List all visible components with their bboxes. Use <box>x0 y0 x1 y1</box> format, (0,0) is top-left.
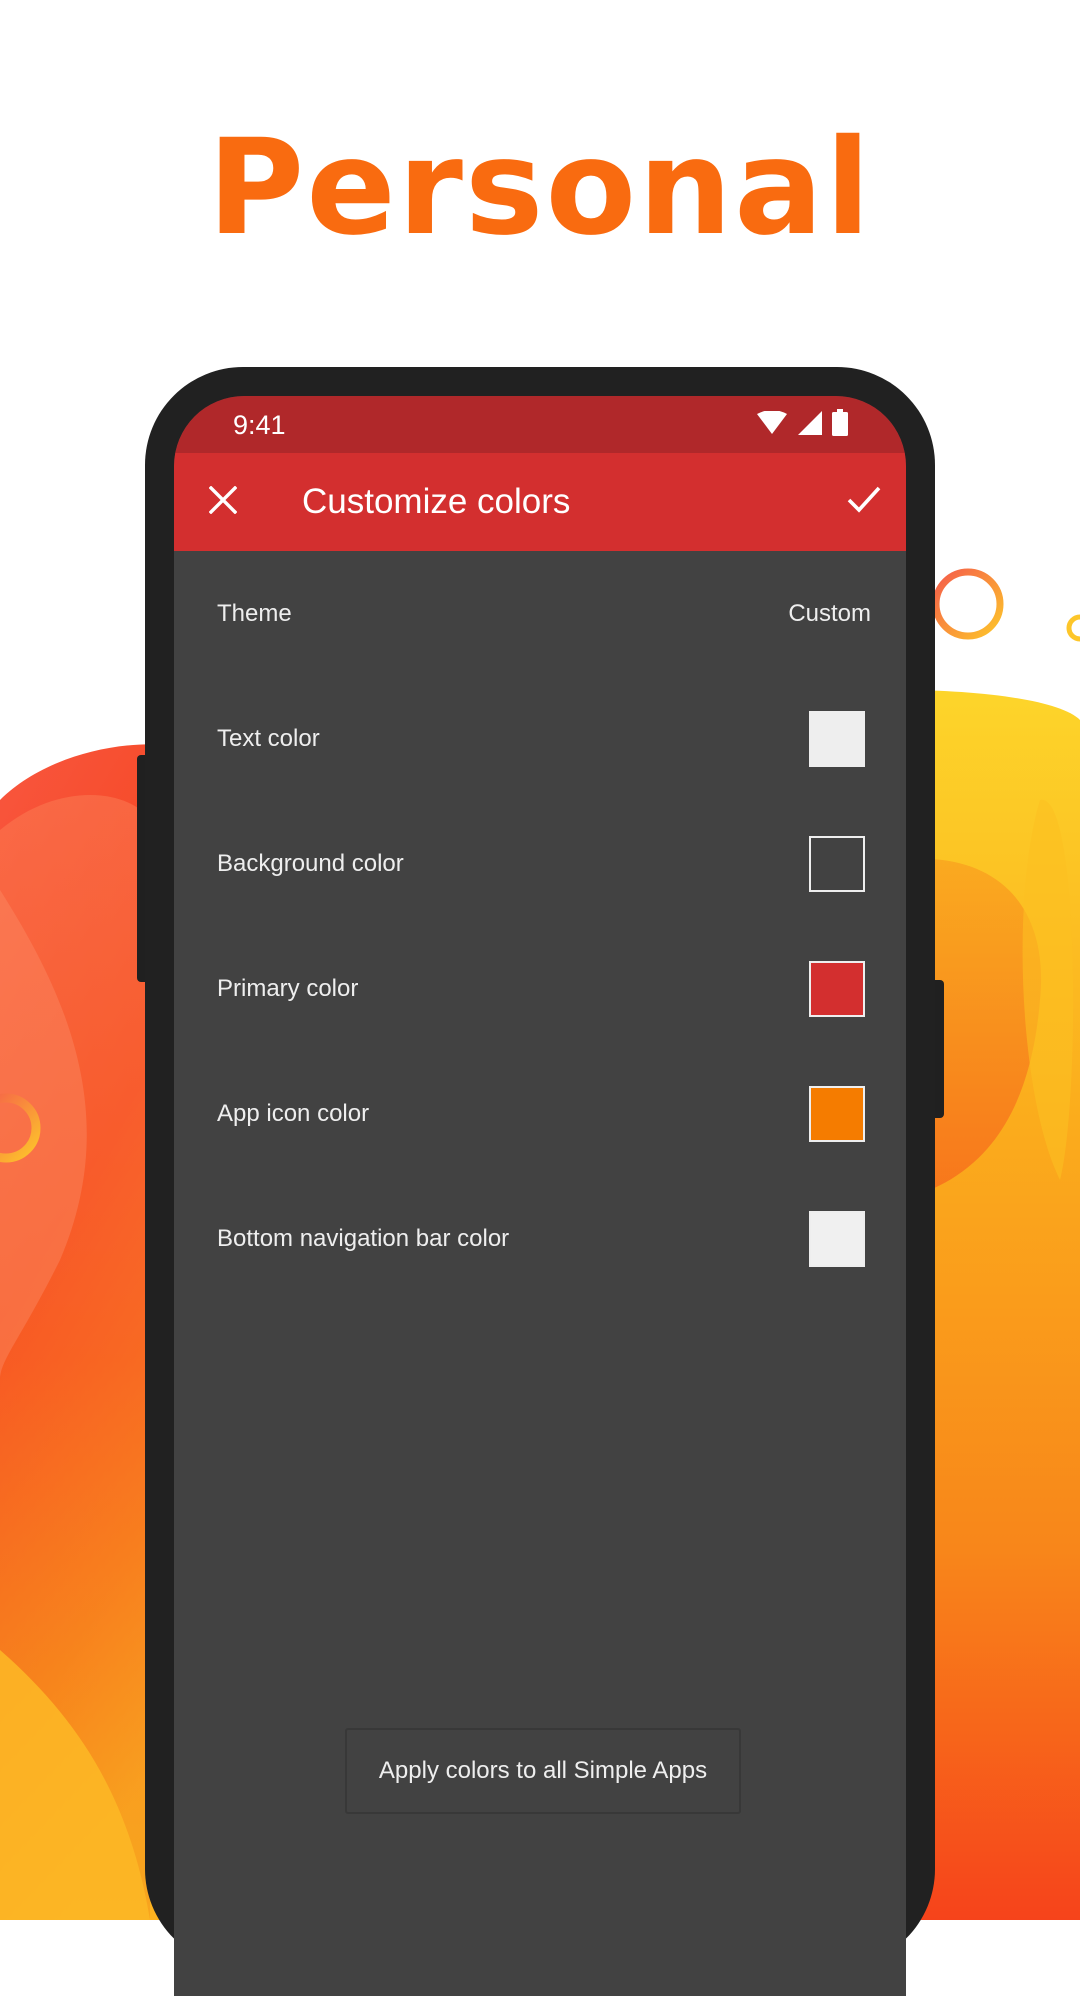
app-icon-color-swatch[interactable] <box>809 1085 865 1142</box>
ring-decoration <box>932 568 1004 640</box>
text-color-label: Text color <box>217 724 320 752</box>
navigation-bar-color-swatch[interactable] <box>809 1210 865 1267</box>
battery-icon <box>832 409 848 441</box>
text-color-swatch[interactable] <box>809 710 865 767</box>
apply-colors-button[interactable]: Apply colors to all Simple Apps <box>345 1728 741 1814</box>
primary-color-label: Primary color <box>217 974 359 1002</box>
status-icons <box>756 409 848 441</box>
theme-row[interactable]: Theme Custom <box>174 551 906 676</box>
settings-list: Theme Custom Text color Background color… <box>174 551 906 1301</box>
wifi-icon <box>756 409 788 440</box>
status-bar: 9:41 <box>174 396 906 453</box>
background-color-row[interactable]: Background color <box>174 801 906 926</box>
close-icon <box>208 485 238 519</box>
app-icon-color-label: App icon color <box>217 1099 370 1127</box>
primary-color-row[interactable]: Primary color <box>174 926 906 1051</box>
toolbar-title: Customize colors <box>302 482 571 521</box>
theme-value: Custom <box>788 599 871 627</box>
phone-frame: 9:41 Customize colors Theme Custom Text … <box>145 367 935 1996</box>
phone-screen: 9:41 Customize colors Theme Custom Text … <box>174 396 906 1996</box>
navigation-bar-color-row[interactable]: Bottom navigation bar color <box>174 1176 906 1301</box>
close-button[interactable] <box>204 483 242 521</box>
text-color-row[interactable]: Text color <box>174 676 906 801</box>
headline-title: Personal <box>207 111 873 265</box>
primary-color-swatch[interactable] <box>809 960 865 1017</box>
app-icon-color-row[interactable]: App icon color <box>174 1051 906 1176</box>
status-time: 9:41 <box>233 410 286 440</box>
check-icon <box>847 485 881 518</box>
signal-icon <box>797 410 823 441</box>
background-color-swatch[interactable] <box>809 835 865 892</box>
navigation-bar-color-label: Bottom navigation bar color <box>217 1224 510 1252</box>
ring-decoration <box>1066 614 1080 642</box>
background-color-label: Background color <box>217 849 404 877</box>
theme-label: Theme <box>217 599 292 627</box>
toolbar: Customize colors <box>174 453 906 551</box>
save-button[interactable] <box>844 481 884 521</box>
